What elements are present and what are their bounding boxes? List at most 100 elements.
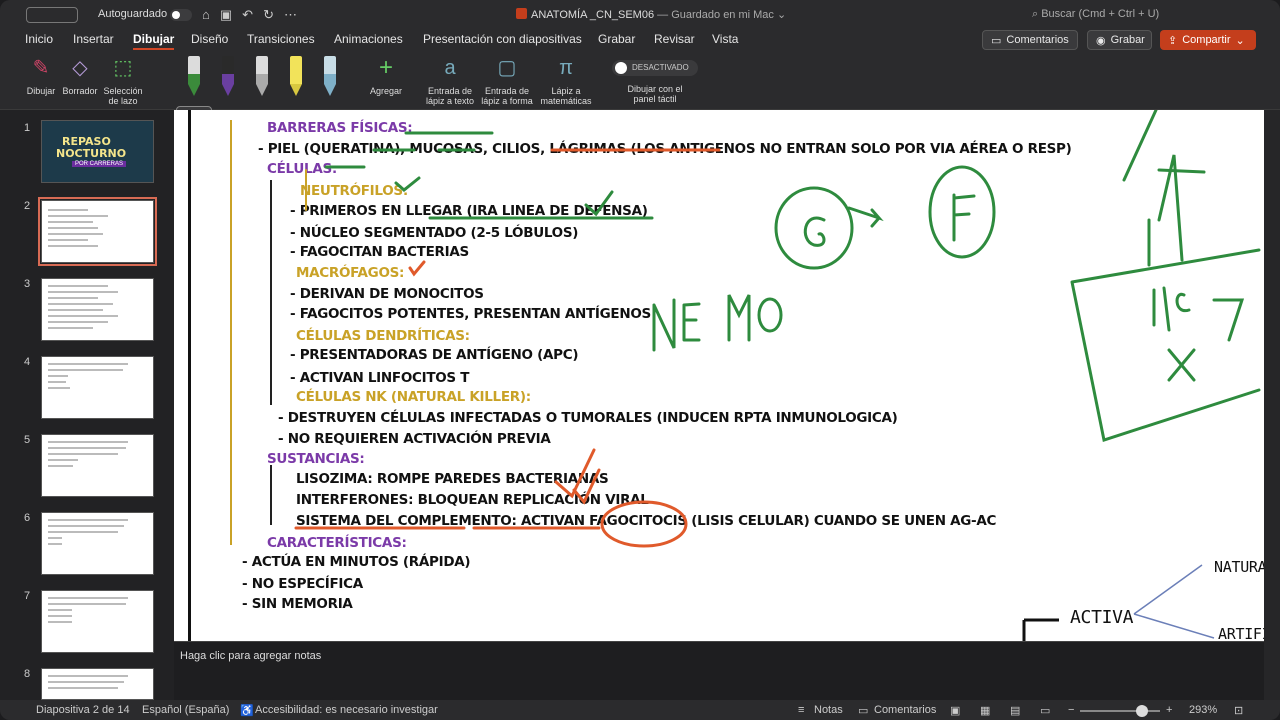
undo-icon[interactable]: ↶ — [242, 7, 253, 23]
pen-blue[interactable] — [316, 56, 344, 100]
slide-thumbnail-7[interactable] — [41, 590, 154, 653]
ink-to-text-button[interactable]: a Entrada de lápiz a texto — [422, 54, 478, 106]
quick-access-toolbar: ⌂ ▣ ↶ ↻ ⋯ — [202, 7, 297, 23]
zoom-slider-thumb[interactable] — [1136, 705, 1148, 717]
tab-revisar[interactable]: Revisar — [654, 32, 695, 46]
tab-presentacion[interactable]: Presentación con diapositivas — [423, 32, 582, 46]
language-indicator[interactable]: Español (España) — [142, 704, 229, 716]
vertical-scrollbar[interactable] — [1264, 110, 1280, 700]
zoom-out-icon[interactable]: − — [1068, 704, 1074, 716]
zoom-in-icon[interactable]: + — [1166, 704, 1172, 716]
slide-thumbnail-6[interactable] — [41, 512, 154, 575]
ink-text-icon: a — [444, 57, 456, 79]
ink-number-7 — [1212, 298, 1245, 342]
record-icon: ◉ — [1096, 34, 1106, 47]
slide-thumbnail-8[interactable] — [41, 668, 154, 700]
accessibility-status[interactable]: Accesibilidad: es necesario investigar — [255, 704, 438, 716]
slide-thumbnail-1[interactable]: REPASO NOCTURNO POR CARRERAS — [41, 120, 154, 183]
ink-to-math-button[interactable]: π Lápiz a matemáticas — [538, 54, 594, 106]
app-window: Autoguardado ⌂ ▣ ↶ ↻ ⋯ ANATOMÍA _CN_SEM0… — [0, 0, 1280, 720]
tab-dibujar[interactable]: Dibujar — [133, 32, 175, 50]
tab-animaciones[interactable]: Animaciones — [334, 32, 403, 46]
thumb-number: 1 — [24, 122, 31, 134]
document-title[interactable]: ANATOMÍA _CN_SEM06 — Guardado en mi Mac … — [516, 8, 786, 21]
pen-gray[interactable] — [248, 56, 276, 100]
ink-check — [584, 190, 614, 217]
slide-thumbnail-2[interactable] — [38, 197, 157, 266]
notes-pane[interactable]: Haga clic para agregar notas — [174, 641, 1264, 700]
plus-icon: + — [378, 54, 393, 81]
add-label: Agregar — [369, 86, 403, 96]
ink-k — [1122, 110, 1206, 182]
slide-thumbnail-4[interactable] — [41, 356, 154, 419]
slide-thumbnail-3[interactable] — [41, 278, 154, 341]
thumb-subtitle: POR CARRERAS — [72, 161, 127, 167]
ink-circle-orange — [600, 500, 688, 548]
add-pen-button[interactable]: + Agregar — [366, 54, 406, 97]
search-icon: ⌕ — [1032, 8, 1042, 20]
autosave-label: Autoguardado — [98, 8, 168, 20]
comment-icon: ▭ — [991, 34, 1002, 47]
eraser-button[interactable]: ◇ Borrador — [58, 54, 102, 96]
tab-inicio[interactable]: Inicio — [25, 32, 53, 46]
tab-vista[interactable]: Vista — [712, 32, 738, 46]
comments-status-button[interactable]: Comentarios — [874, 704, 936, 716]
notes-button[interactable]: Notas — [814, 704, 843, 716]
diagram-label-activa: ACTIVA — [1070, 607, 1134, 628]
ink-to-shape-label: Entrada de lápiz a forma — [481, 86, 533, 106]
tab-transiciones[interactable]: Transiciones — [247, 32, 315, 46]
redo-icon[interactable]: ↻ — [263, 7, 274, 23]
tab-grabar[interactable]: Grabar — [598, 32, 635, 46]
draw-button[interactable]: ✎ Dibujar — [22, 54, 60, 96]
lasso-button[interactable]: ⬚ Selección de lazo — [100, 54, 146, 106]
more-icon[interactable]: ⋯ — [284, 7, 297, 23]
pen-purple[interactable] — [214, 56, 242, 100]
ink-to-shape-button[interactable]: ▢ Entrada de lápiz a forma — [478, 54, 536, 106]
highlighter-yellow[interactable] — [282, 56, 310, 100]
reading-view-icon[interactable]: ▤ — [1010, 704, 1020, 717]
slide-thumbnail-5[interactable] — [41, 434, 154, 497]
slide-sorter-icon[interactable]: ▦ — [980, 704, 990, 717]
ink-check-orange — [408, 260, 426, 277]
ink-to-text-label: Entrada de lápiz a texto — [425, 86, 475, 106]
document-status: — Guardado en mi Mac ⌄ — [654, 9, 787, 21]
lasso-icon: ⬚ — [113, 57, 133, 79]
thumb-number: 7 — [24, 590, 31, 602]
normal-view-icon[interactable]: ▣ — [950, 704, 960, 717]
save-icon[interactable]: ▣ — [220, 7, 232, 23]
ink-annotations — [294, 110, 1261, 641]
pi-icon: π — [559, 57, 573, 79]
ink-circle-f — [928, 165, 996, 259]
notes-placeholder: Haga clic para agregar notas — [180, 650, 322, 662]
record-button[interactable]: ◉ Grabar — [1087, 30, 1152, 50]
thumb-number: 2 — [24, 200, 31, 212]
zoom-level[interactable]: 293% — [1189, 704, 1217, 716]
tab-diseno[interactable]: Diseño — [191, 32, 228, 46]
document-name: ANATOMÍA _CN_SEM06 — [531, 9, 655, 21]
thumb-number: 8 — [24, 668, 31, 680]
search-box[interactable]: ⌕ Buscar (Cmd + Ctrl + U) — [1032, 8, 1159, 21]
thumb-number: 4 — [24, 356, 31, 368]
diagram-label-natural: NATURA — [1214, 558, 1264, 576]
slide-canvas[interactable]: BARRERAS FÍSICAS: - PIEL (QUERATINA), MU… — [174, 110, 1264, 641]
zoom-slider[interactable] — [1080, 705, 1160, 717]
comments-button[interactable]: ▭ Comentarios — [982, 30, 1078, 50]
powerpoint-icon — [516, 8, 527, 19]
slideshow-icon[interactable]: ▭ — [1040, 704, 1050, 717]
sidebar-toggle-button[interactable] — [26, 7, 78, 23]
comment-icon: ▭ — [858, 705, 869, 717]
touchpad-draw-label: Dibujar con el panel táctil — [627, 84, 683, 104]
tab-insertar[interactable]: Insertar — [73, 32, 114, 46]
pen-green[interactable] — [180, 56, 208, 100]
ink-shape-icon: ▢ — [497, 57, 517, 79]
home-icon[interactable]: ⌂ — [202, 7, 210, 23]
ink-branch — [1133, 564, 1215, 639]
pencil-icon: ✎ — [32, 57, 50, 79]
ink-number-19 — [1152, 286, 1191, 332]
fit-slide-icon[interactable]: ⊡ — [1234, 704, 1243, 717]
touchpad-draw-toggle[interactable]: DESACTIVADO — [612, 60, 698, 76]
share-button[interactable]: ⇪ Compartir ⌄ — [1160, 30, 1256, 50]
status-bar: Diapositiva 2 de 14 Español (España) ♿ A… — [0, 700, 1280, 720]
autosave-toggle[interactable] — [170, 9, 192, 21]
draw-label: Dibujar — [26, 86, 56, 96]
